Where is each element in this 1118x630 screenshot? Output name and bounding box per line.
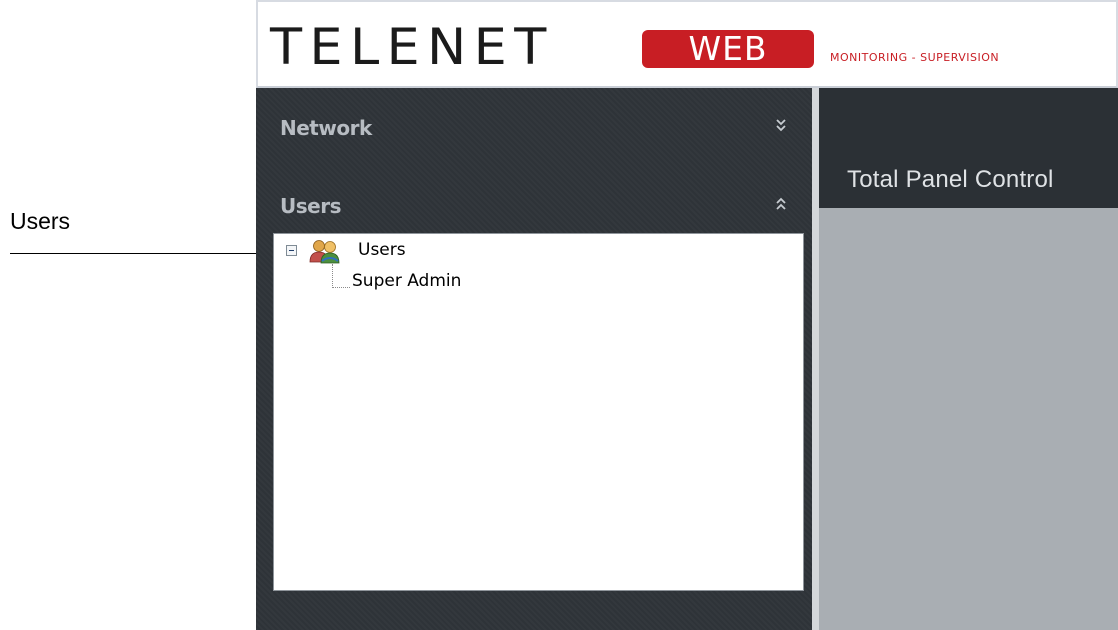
main-panel-header: Total Panel Control [819,88,1118,208]
app-window: TELENET WEB MONITORING - SUPERVISION Net… [256,0,1118,630]
tree-node-label: Super Admin [352,271,462,291]
callout-label: Users [10,208,71,234]
logo-web-badge: WEB [642,30,814,68]
app-header: TELENET WEB MONITORING - SUPERVISION [256,0,1118,88]
section-title-network: Network [280,116,372,140]
page-title: Total Panel Control [847,166,1054,193]
tree-connector [332,287,350,288]
users-tree-panel: Users Super Admin [273,233,804,591]
chevron-double-up-icon[interactable] [773,194,789,214]
sidebar-section-network[interactable]: Network [256,106,808,146]
logo-tagline: MONITORING - SUPERVISION [830,51,1000,64]
callout-line [10,253,260,254]
main-panel: Total Panel Control [819,88,1118,630]
sidebar: Network Users Users Super Admin [256,88,819,630]
section-title-users: Users [280,194,341,218]
users-group-icon [309,240,340,264]
sidebar-section-users[interactable]: Users [256,184,808,224]
chevron-double-down-icon[interactable] [773,116,789,136]
tree-node-label: Users [358,240,406,260]
tree-connector [332,264,333,288]
logo-text: TELENET [270,18,554,76]
tree-collapse-toggle-icon[interactable] [286,245,297,256]
